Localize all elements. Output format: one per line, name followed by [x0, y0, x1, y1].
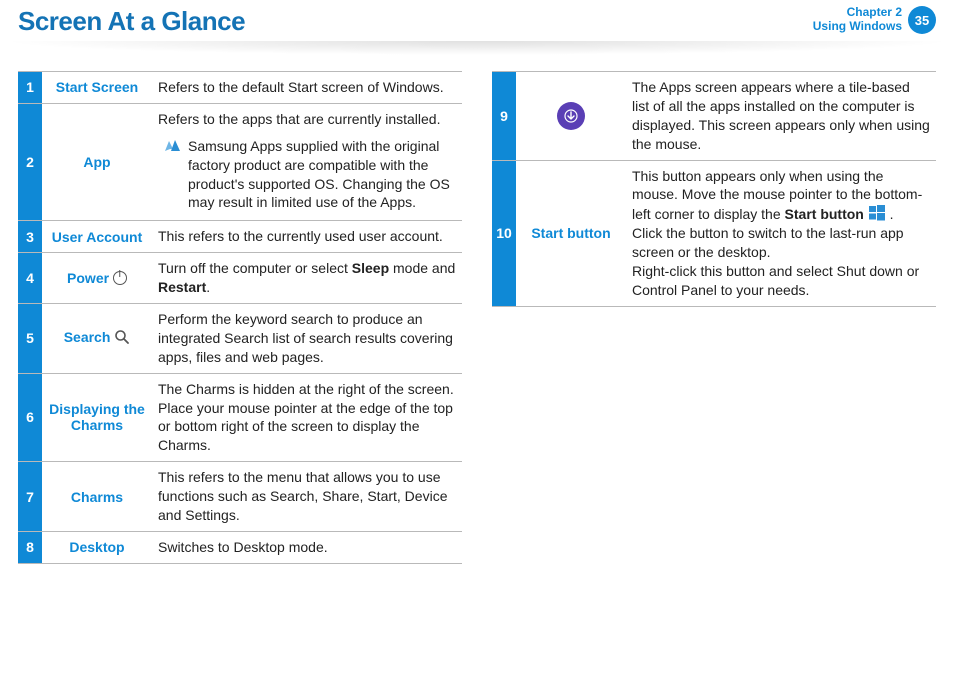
row-label: Start button	[516, 160, 626, 306]
row-number: 1	[18, 72, 42, 104]
page-header: Screen At a Glance Chapter 2 Using Windo…	[0, 0, 954, 45]
row-description: This refers to the menu that allows you …	[152, 462, 462, 532]
note-icon	[164, 137, 182, 213]
search-icon	[114, 329, 130, 348]
row-label	[516, 72, 626, 161]
row-label: Desktop	[42, 531, 152, 563]
row-description: Turn off the computer or select Sleep mo…	[152, 253, 462, 304]
row-number: 3	[18, 221, 42, 253]
header-shadow	[0, 41, 954, 55]
chapter-line-2: Using Windows	[813, 20, 902, 34]
row-description: Refers to the default Start screen of Wi…	[152, 72, 462, 104]
table-row: 3User AccountThis refers to the currentl…	[18, 221, 462, 253]
left-table: 1Start ScreenRefers to the default Start…	[18, 71, 462, 564]
right-column: 9 The Apps screen appears where a tile-ba…	[492, 71, 936, 564]
row-label: Power	[42, 253, 152, 304]
chapter-line-1: Chapter 2	[813, 6, 902, 20]
page-number-badge: 35	[908, 6, 936, 34]
row-number: 6	[18, 373, 42, 462]
row-label: Displaying the Charms	[42, 373, 152, 462]
row-number: 9	[492, 72, 516, 161]
chapter-text: Chapter 2 Using Windows	[813, 6, 902, 34]
row-label: Charms	[42, 462, 152, 532]
row-description: This button appears only when using the …	[626, 160, 936, 306]
row-description: The Apps screen appears where a tile-bas…	[626, 72, 936, 161]
row-description: Refers to the apps that are currently in…	[152, 103, 462, 220]
row-number: 7	[18, 462, 42, 532]
chapter-block: Chapter 2 Using Windows 35	[813, 6, 936, 34]
content-area: 1Start ScreenRefers to the default Start…	[0, 45, 954, 564]
table-row: 2AppRefers to the apps that are currentl…	[18, 103, 462, 220]
table-row: 6Displaying the CharmsThe Charms is hidd…	[18, 373, 462, 462]
table-row: 10Start buttonThis button appears only w…	[492, 160, 936, 306]
row-description: This refers to the currently used user a…	[152, 221, 462, 253]
power-icon	[113, 271, 127, 285]
row-number: 4	[18, 253, 42, 304]
row-number: 5	[18, 304, 42, 374]
table-row: 7CharmsThis refers to the menu that allo…	[18, 462, 462, 532]
row-label: Search	[42, 304, 152, 374]
left-column: 1Start ScreenRefers to the default Start…	[18, 71, 462, 564]
table-row: 8DesktopSwitches to Desktop mode.	[18, 531, 462, 563]
note-text: Samsung Apps supplied with the original …	[188, 137, 456, 213]
table-row: 9 The Apps screen appears where a tile-ba…	[492, 72, 936, 161]
row-number: 10	[492, 160, 516, 306]
row-label: Start Screen	[42, 72, 152, 104]
row-description: Perform the keyword search to produce an…	[152, 304, 462, 374]
table-row: 5Search Perform the keyword search to pr…	[18, 304, 462, 374]
row-number: 2	[18, 103, 42, 220]
row-description: The Charms is hidden at the right of the…	[152, 373, 462, 462]
down-arrow-icon	[557, 102, 585, 130]
windows-icon	[868, 204, 886, 222]
note-block: Samsung Apps supplied with the original …	[164, 137, 456, 213]
page-title: Screen At a Glance	[18, 6, 245, 37]
right-table: 9 The Apps screen appears where a tile-ba…	[492, 71, 936, 307]
row-label: App	[42, 103, 152, 220]
row-description: Switches to Desktop mode.	[152, 531, 462, 563]
row-label: User Account	[42, 221, 152, 253]
row-number: 8	[18, 531, 42, 563]
table-row: 1Start ScreenRefers to the default Start…	[18, 72, 462, 104]
table-row: 4Power Turn off the computer or select S…	[18, 253, 462, 304]
